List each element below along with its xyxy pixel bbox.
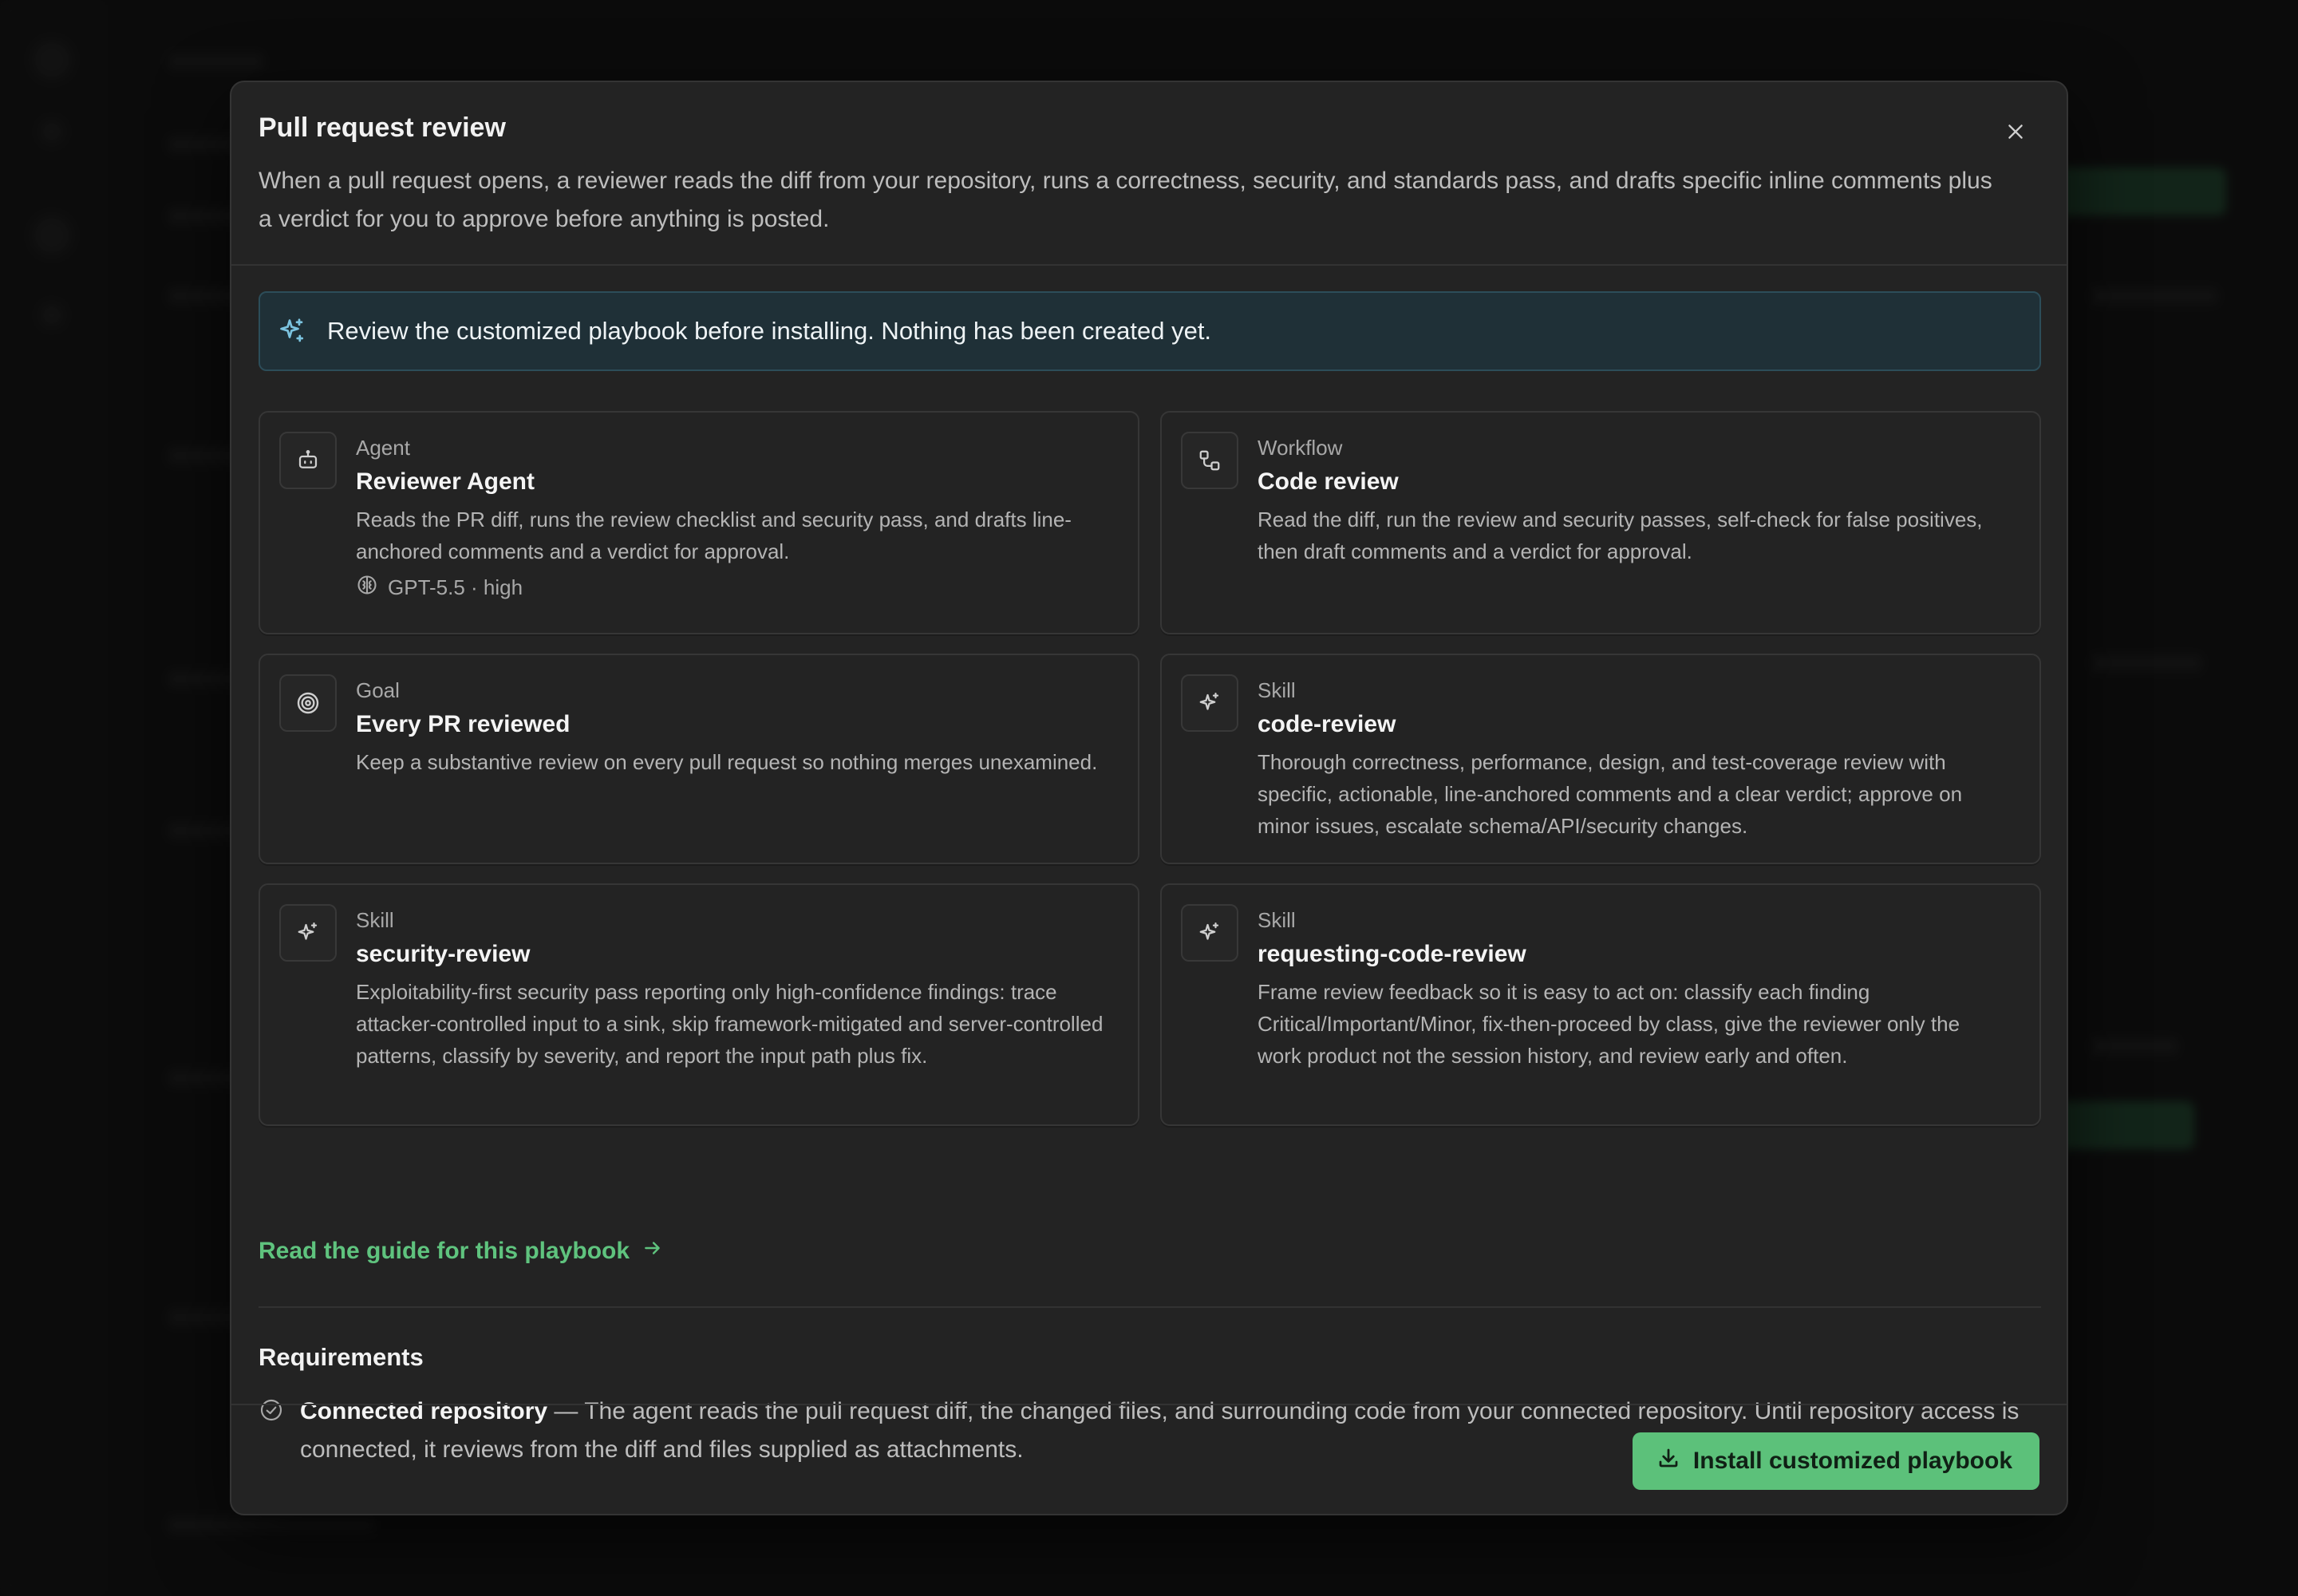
- brain-icon: [356, 574, 378, 602]
- component-description: Keep a substantive review on every pull …: [356, 750, 1098, 774]
- sparkles-icon: [279, 904, 337, 962]
- guide-link-label: Read the guide for this playbook: [259, 1238, 630, 1264]
- component-card-skill-requesting-code-review[interactable]: Skill requesting-code-review Frame revie…: [1160, 883, 2041, 1126]
- playbook-install-dialog: Pull request review When a pull request …: [230, 81, 2068, 1515]
- dialog-footer: Install customized playbook: [231, 1404, 2067, 1514]
- target-icon: [279, 674, 337, 732]
- sparkles-icon: [1181, 904, 1238, 962]
- section-divider: [259, 1306, 2041, 1308]
- info-notice: Review the customized playbook before in…: [259, 291, 2041, 371]
- notice-text: Review the customized playbook before in…: [327, 317, 1212, 345]
- component-description: Exploitability-first security pass repor…: [356, 980, 1104, 1068]
- dialog-header: Pull request review When a pull request …: [231, 82, 2067, 266]
- sparkles-icon: [1181, 674, 1238, 732]
- component-card-skill-code-review[interactable]: Skill code-review Thorough correctness, …: [1160, 654, 2041, 864]
- close-icon: [2005, 121, 2026, 146]
- sparkles-icon: [278, 315, 310, 347]
- component-card-goal[interactable]: Goal Every PR reviewed Keep a substantiv…: [259, 654, 1139, 864]
- component-description: Thorough correctness, performance, desig…: [1258, 750, 1963, 838]
- requirements-heading: Requirements: [259, 1343, 424, 1371]
- component-type: Workflow: [1258, 436, 1343, 460]
- component-name: code-review: [1258, 711, 1396, 737]
- component-name: requesting-code-review: [1258, 941, 1526, 967]
- component-name: security-review: [356, 941, 531, 967]
- component-type: Skill: [356, 908, 394, 932]
- component-name: Code review: [1258, 468, 1399, 495]
- model-label: GPT-5.5 · high: [388, 575, 523, 599]
- component-type: Skill: [1258, 678, 1296, 702]
- robot-icon: [279, 432, 337, 489]
- install-playbook-button[interactable]: Install customized playbook: [1632, 1432, 2039, 1490]
- component-type: Agent: [356, 436, 410, 460]
- component-name: Reviewer Agent: [356, 468, 535, 495]
- component-card-workflow[interactable]: Workflow Code review Read the diff, run …: [1160, 411, 2041, 634]
- component-name: Every PR reviewed: [356, 711, 571, 737]
- playbook-guide-link[interactable]: Read the guide for this playbook: [259, 1238, 663, 1265]
- workflow-icon: [1181, 432, 1238, 489]
- download-icon: [1656, 1446, 1680, 1476]
- dialog-description: When a pull request opens, a reviewer re…: [259, 168, 1992, 232]
- component-type: Goal: [356, 678, 400, 702]
- arrow-right-icon: [642, 1238, 663, 1265]
- install-button-label: Install customized playbook: [1692, 1448, 2012, 1474]
- component-type: Skill: [1258, 908, 1296, 932]
- component-card-skill-security-review[interactable]: Skill security-review Exploitability-fir…: [259, 883, 1139, 1126]
- component-description: Read the diff, run the review and securi…: [1258, 508, 1983, 563]
- component-description: Reads the PR diff, runs the review check…: [356, 508, 1072, 563]
- model-badge: GPT-5.5 · high: [356, 574, 1106, 602]
- component-card-agent[interactable]: Agent Reviewer Agent Reads the PR diff, …: [259, 411, 1139, 634]
- close-button[interactable]: [1996, 114, 2035, 152]
- dialog-title: Pull request review: [259, 113, 506, 143]
- component-description: Frame review feedback so it is easy to a…: [1258, 980, 1960, 1068]
